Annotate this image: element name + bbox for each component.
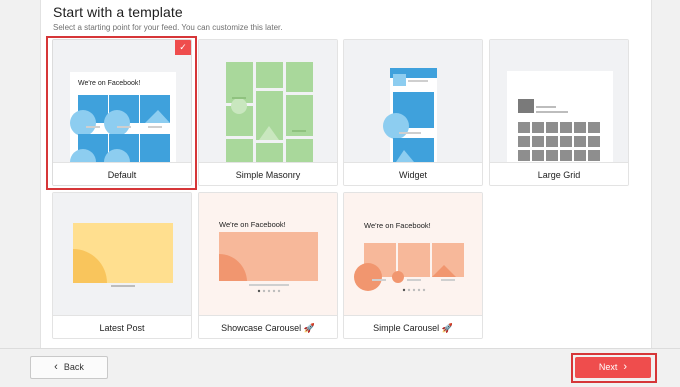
showcase-carousel-preview: We're on Facebook! [199, 193, 337, 315]
template-label-widget: Widget [344, 162, 482, 185]
large-grid-preview [490, 40, 628, 162]
template-label-large-grid: Large Grid [490, 162, 628, 185]
next-highlight-outline [571, 353, 657, 383]
large-grid-preview-graphic [507, 71, 613, 162]
widget-preview-graphic [383, 68, 437, 162]
latest-post-preview-graphic [73, 223, 173, 287]
masonry-preview [199, 40, 337, 162]
showcase-carousel-preview-graphic [219, 232, 318, 293]
simple-carousel-preview-graphic [354, 243, 464, 292]
back-button[interactable]: ‹ Back [30, 356, 108, 379]
template-label-showcase-carousel: Showcase Carousel 🚀 [199, 315, 337, 338]
template-card-simple-carousel[interactable]: We're on Facebook! Simple Carousel 🚀 [343, 192, 483, 339]
template-card-large-grid[interactable]: Large Grid [489, 39, 629, 186]
template-label-simple-carousel: Simple Carousel 🚀 [344, 315, 482, 338]
template-label-latest-post: Latest Post [53, 315, 191, 338]
selected-outline [46, 36, 197, 190]
chevron-left-icon: ‹ [54, 361, 58, 373]
simple-carousel-preview-title: We're on Facebook! [364, 221, 431, 230]
page-subtitle: Select a starting point for your feed. Y… [53, 23, 283, 32]
template-card-latest-post[interactable]: Latest Post [52, 192, 192, 339]
template-card-simple-masonry[interactable]: Simple Masonry [198, 39, 338, 186]
template-card-showcase-carousel[interactable]: We're on Facebook! Showcase Carousel 🚀 [198, 192, 338, 339]
template-label-simple-masonry: Simple Masonry [199, 162, 337, 185]
latest-post-preview [53, 193, 191, 315]
back-label: Back [63, 362, 84, 372]
page-title: Start with a template [53, 4, 183, 20]
widget-preview [344, 40, 482, 162]
simple-carousel-preview: We're on Facebook! [344, 193, 482, 315]
template-card-widget[interactable]: Widget [343, 39, 483, 186]
masonry-preview-graphic [226, 62, 313, 162]
showcase-preview-title: We're on Facebook! [219, 220, 286, 229]
